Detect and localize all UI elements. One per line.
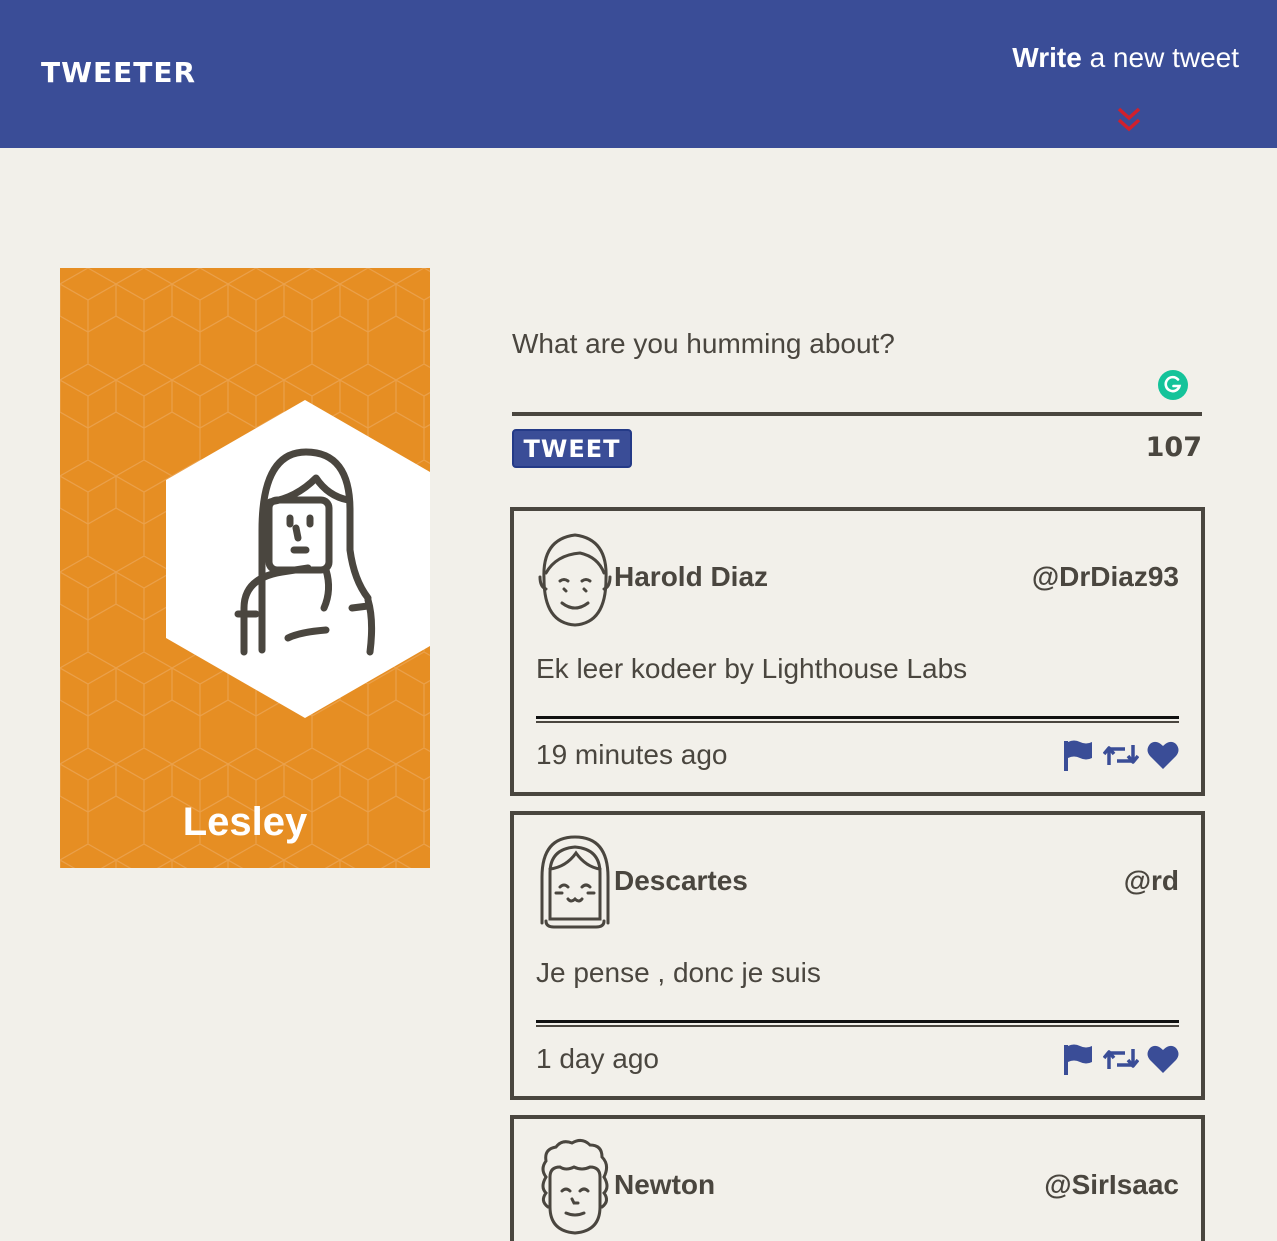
curly-hair-avatar-icon <box>541 1138 609 1235</box>
write-link-text: a new tweet <box>1081 42 1239 73</box>
top-nav: TWEETER Write a new tweet <box>0 0 1277 148</box>
tweet-actions <box>1058 739 1179 773</box>
tweet-author-name[interactable]: Harold Diaz <box>614 561 768 593</box>
grammarly-icon[interactable] <box>1158 370 1188 400</box>
tweet-author-handle[interactable]: @SirIsaac <box>1044 1169 1179 1201</box>
flag-icon[interactable] <box>1062 739 1094 776</box>
tweet-author-name[interactable]: Newton <box>614 1169 715 1201</box>
write-new-tweet-link[interactable]: Write a new tweet <box>1012 42 1239 74</box>
tweet-timestamp: 1 day ago <box>536 1043 659 1074</box>
tweet-card: Newton @SirIsaac <box>510 1115 1205 1241</box>
character-counter: 107 <box>1145 432 1202 463</box>
retweet-icon[interactable] <box>1102 739 1139 776</box>
tweet-card: Harold Diaz @DrDiaz93 Ek leer kodeer by … <box>510 507 1205 796</box>
double-chevron-down-icon[interactable] <box>1116 106 1142 134</box>
retweet-icon[interactable] <box>1102 1043 1139 1080</box>
tweet-author-handle[interactable]: @DrDiaz93 <box>1032 561 1179 593</box>
tweet-actions <box>1058 1043 1179 1077</box>
profile-avatar <box>166 400 430 718</box>
profile-name: Lesley <box>182 800 308 844</box>
tweet-divider <box>536 716 1179 723</box>
male-avatar-icon <box>538 533 612 627</box>
tweet-author-name[interactable]: Descartes <box>614 865 748 897</box>
tweet-content: Ek leer kodeer by Lighthouse Labs <box>536 653 968 684</box>
tweet-content: Je pense , donc je suis <box>536 957 821 988</box>
profile-card: Lesley <box>60 268 430 868</box>
tweet-submit-button[interactable]: TWEET <box>512 429 632 468</box>
tweet-divider <box>536 1020 1179 1027</box>
tweet-text-input[interactable] <box>512 320 1202 416</box>
tweet-author-handle[interactable]: @rd <box>1124 865 1179 897</box>
bangs-avatar-icon <box>540 835 610 929</box>
brand-logo[interactable]: TWEETER <box>41 56 196 89</box>
heart-icon[interactable] <box>1147 740 1179 775</box>
tweet-card: Descartes @rd Je pense , donc je suis 1 … <box>510 811 1205 1100</box>
heart-icon[interactable] <box>1147 1044 1179 1079</box>
flag-icon[interactable] <box>1062 1043 1094 1080</box>
tweet-timestamp: 19 minutes ago <box>536 739 728 770</box>
write-link-strong: Write <box>1012 42 1082 73</box>
